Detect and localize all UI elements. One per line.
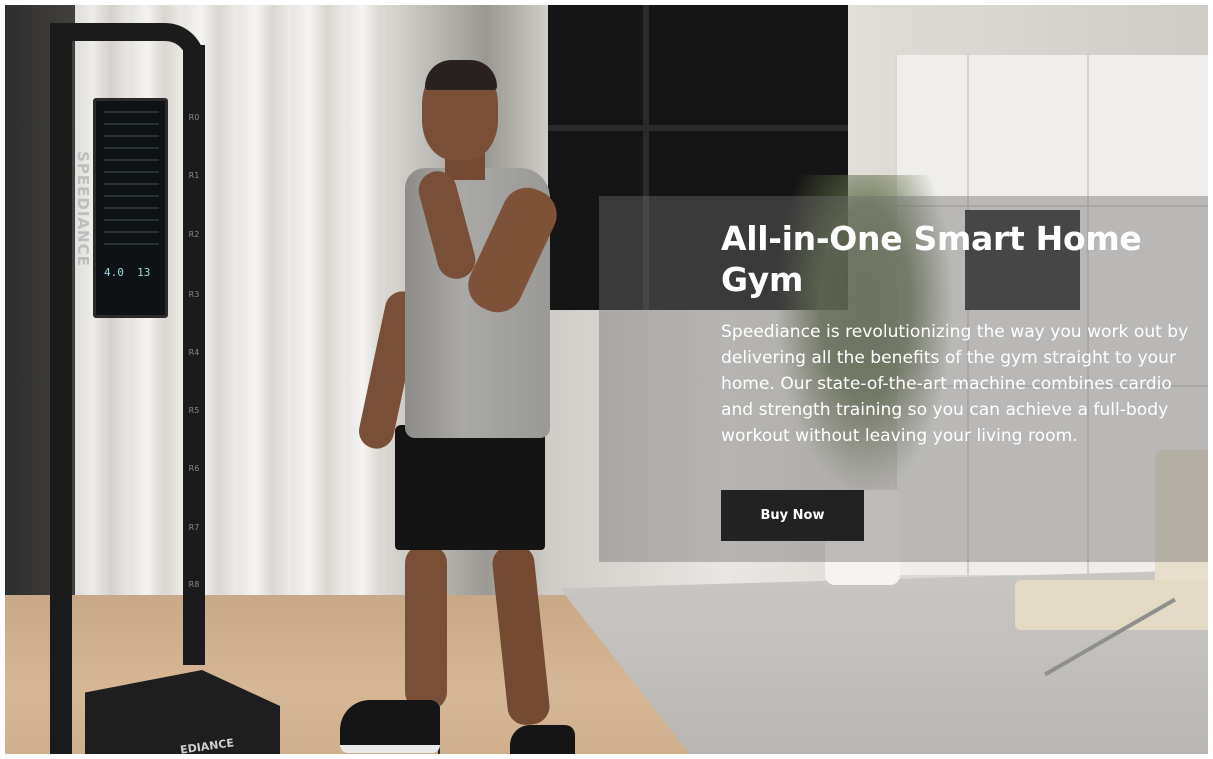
rail-mark: R4: [188, 348, 200, 357]
rail-mark: R2: [188, 230, 200, 239]
hero-title: All-in-One Smart Home Gym: [721, 219, 1142, 299]
rail-mark: R0: [188, 113, 200, 122]
hero-banner: R0 R1 R2 R3 R4 R5 R6 R7 R8 SPEEDIANCE 4.…: [5, 5, 1208, 754]
machine-post: [50, 30, 72, 754]
rail-mark: R3: [188, 290, 200, 299]
rail-mark: R8: [188, 580, 200, 589]
screen-stats: 4.0 13: [104, 266, 151, 279]
hero-text-panel: All-in-One Smart Home Gym Speediance is …: [599, 196, 1208, 562]
buy-now-button[interactable]: Buy Now: [721, 490, 864, 541]
machine-screen: 4.0 13: [93, 98, 168, 318]
hero-description: Speediance is revolutionizing the way yo…: [721, 322, 1189, 446]
machine-brand-label: SPEEDIANCE: [73, 151, 92, 267]
rail-mark: R7: [188, 523, 200, 532]
rail-mark: R6: [188, 464, 200, 473]
athlete-figure: [340, 60, 580, 754]
machine-frame-arch: [50, 23, 205, 63]
rail-mark: R5: [188, 406, 200, 415]
rail-mark: R1: [188, 171, 200, 180]
